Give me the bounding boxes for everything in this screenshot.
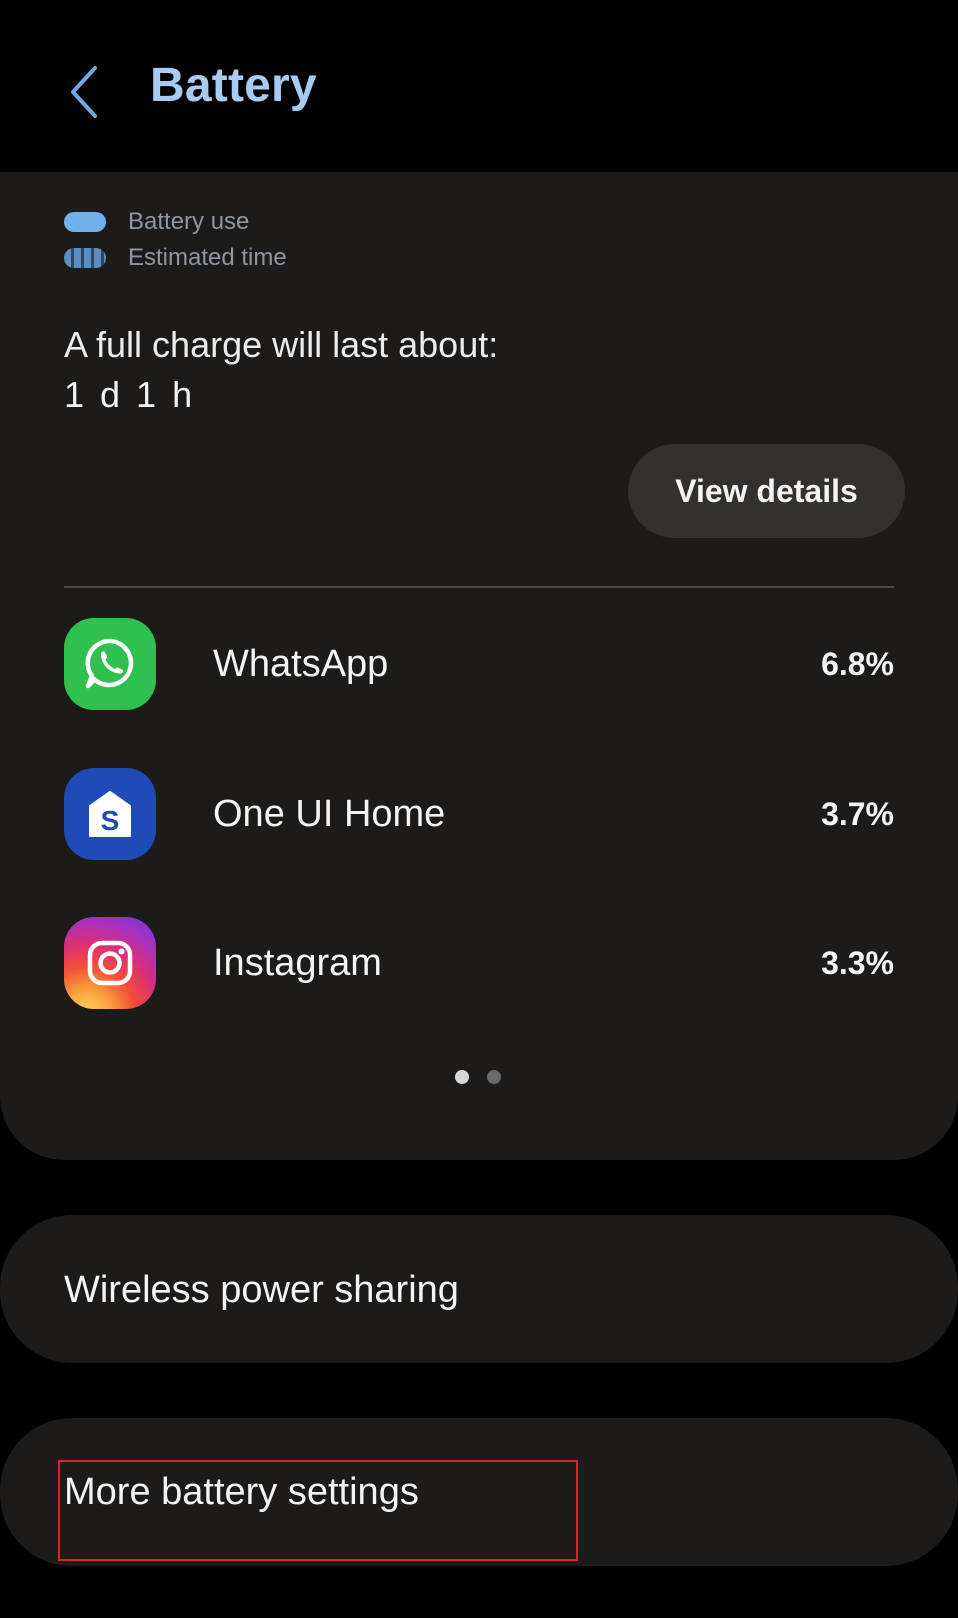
full-charge-label: A full charge will last about: <box>64 324 499 365</box>
more-battery-settings-label: More battery settings <box>64 1471 419 1513</box>
wireless-power-sharing-label: Wireless power sharing <box>64 1269 459 1311</box>
app-battery-percent: 6.8% <box>821 645 894 682</box>
page-indicator <box>455 1070 519 1084</box>
legend-swatch-solid <box>64 212 106 232</box>
divider <box>64 586 894 588</box>
one-ui-home-icon: S <box>64 768 156 860</box>
page-dot-active[interactable] <box>455 1070 469 1084</box>
whatsapp-icon <box>64 618 156 710</box>
back-button[interactable] <box>58 52 110 132</box>
app-name: Instagram <box>213 941 382 984</box>
chevron-left-icon <box>71 66 97 118</box>
app-name: WhatsApp <box>213 642 389 685</box>
app-battery-percent: 3.3% <box>821 944 894 981</box>
legend-label: Estimated time <box>128 244 287 271</box>
legend-label: Battery use <box>128 208 250 235</box>
app-name: One UI Home <box>213 792 446 835</box>
app-row-whatsapp[interactable]: WhatsApp 6.8% <box>64 616 894 712</box>
one-ui-home-glyph: S <box>101 805 120 836</box>
full-charge-value: 1 d 1 h <box>64 374 196 415</box>
app-battery-percent: 3.7% <box>821 795 894 832</box>
legend-swatch-striped <box>64 248 106 268</box>
legend-item-estimated-time: Estimated time <box>64 244 287 272</box>
app-row-one-ui-home[interactable]: S One UI Home 3.7% <box>64 766 894 862</box>
view-details-button[interactable]: View details <box>628 444 905 538</box>
instagram-icon <box>64 917 156 1009</box>
page-dot[interactable] <box>487 1070 501 1084</box>
app-header: Battery <box>0 0 958 172</box>
app-row-instagram[interactable]: Instagram 3.3% <box>64 915 894 1011</box>
page-title: Battery <box>150 59 317 112</box>
legend-item-battery-use: Battery use <box>64 208 249 236</box>
